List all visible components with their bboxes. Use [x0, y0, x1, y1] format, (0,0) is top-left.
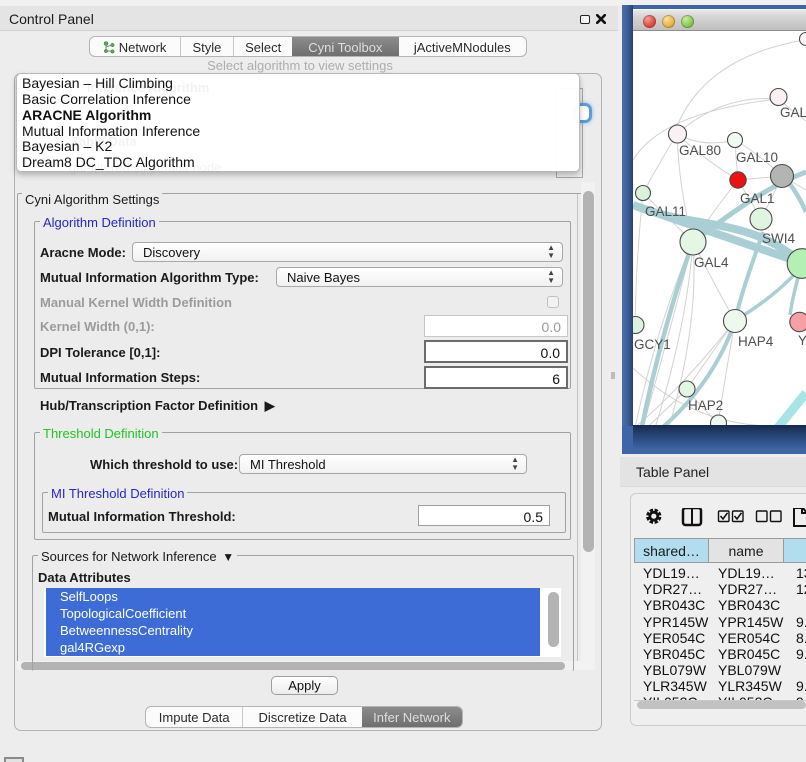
- svg-text:HAP4: HAP4: [738, 334, 774, 349]
- svg-text:GAL80: GAL80: [679, 143, 721, 158]
- svg-text:GAL: GAL: [780, 105, 806, 120]
- svg-text:GCY1: GCY1: [634, 337, 671, 352]
- svg-text:GAL10: GAL10: [736, 150, 778, 165]
- svg-text:Y: Y: [798, 333, 806, 348]
- svg-text:SWI4: SWI4: [762, 231, 795, 246]
- svg-text:GAL11: GAL11: [645, 204, 686, 219]
- svg-text:GAL1: GAL1: [740, 191, 775, 206]
- svg-text:GAL4: GAL4: [694, 255, 729, 270]
- svg-text:HAP2: HAP2: [688, 398, 723, 413]
